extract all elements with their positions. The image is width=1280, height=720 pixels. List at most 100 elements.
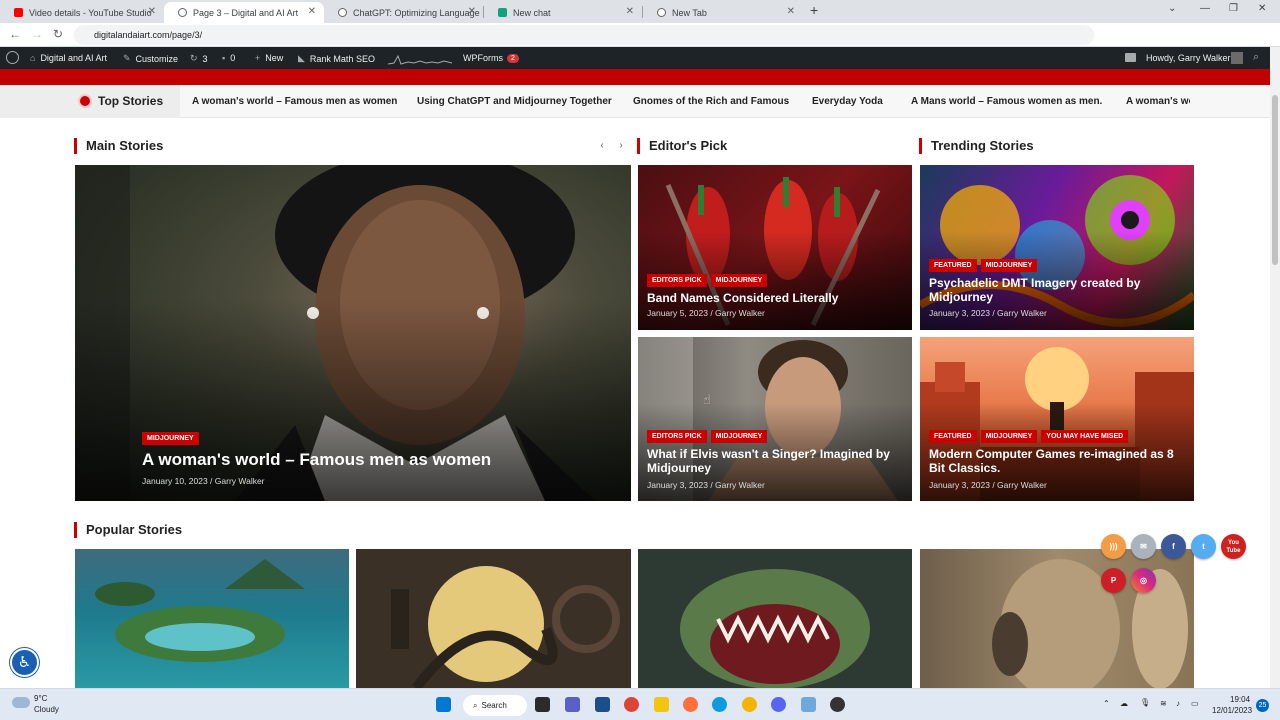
email-icon[interactable]: ✉: [1131, 534, 1156, 559]
twitter-icon[interactable]: t: [1191, 534, 1216, 559]
user-avatar[interactable]: [1231, 52, 1243, 64]
category-tag[interactable]: MIDJOURNEY: [710, 430, 768, 443]
photos-icon[interactable]: [801, 697, 816, 712]
ticker-item[interactable]: A woman's world – Famous men as women: [192, 96, 397, 107]
notification-icon[interactable]: [1125, 53, 1136, 62]
pinterest-icon[interactable]: P: [1101, 568, 1126, 593]
chrome-icon[interactable]: [624, 697, 639, 712]
reload-icon[interactable]: ↻: [53, 27, 63, 41]
rss-icon[interactable]: ))): [1101, 534, 1126, 559]
forward-icon[interactable]: →: [31, 27, 43, 41]
comments-link[interactable]: ▪ 0: [222, 53, 235, 63]
volume-icon[interactable]: ♪: [1176, 699, 1180, 708]
close-icon[interactable]: ✕: [787, 6, 795, 17]
popular-story-card[interactable]: [356, 549, 631, 688]
close-icon[interactable]: ✕: [148, 6, 156, 17]
wpforms-link[interactable]: WPForms 2: [463, 53, 519, 63]
youtube-icon[interactable]: You Tube: [1221, 534, 1246, 559]
main-story-card[interactable]: MIDJOURNEY A woman's world – Famous men …: [75, 165, 631, 501]
category-tag[interactable]: FEATURED: [929, 259, 977, 272]
battery-icon[interactable]: ▭: [1191, 699, 1199, 708]
wifi-icon[interactable]: ≋: [1160, 699, 1167, 708]
updates-link[interactable]: ↻ 3: [190, 53, 208, 64]
category-tag[interactable]: MIDJOURNEY: [980, 430, 1038, 443]
tab-search-icon[interactable]: ⌄: [1168, 3, 1176, 14]
cloudy-weather-icon[interactable]: [12, 697, 30, 708]
customize-link[interactable]: ✎ Customize: [123, 53, 178, 64]
window-close-icon[interactable]: ✕: [1258, 3, 1266, 14]
ticker-item[interactable]: Everyday Yoda: [812, 96, 883, 107]
category-tag[interactable]: EDITORS PICK: [647, 430, 707, 443]
accessibility-icon[interactable]: ♿︎: [10, 648, 39, 677]
app-icon[interactable]: [595, 697, 610, 712]
wordpress-logo-icon[interactable]: [6, 51, 19, 64]
ticker-item[interactable]: Using ChatGPT and Midjourney Together: [417, 96, 612, 107]
popular-story-card[interactable]: [75, 549, 349, 688]
category-tag[interactable]: FEATURED: [929, 430, 977, 443]
microphone-icon[interactable]: 🎙︎: [1140, 698, 1150, 707]
tab-new-chat[interactable]: New chat ✕: [484, 2, 642, 23]
story-title[interactable]: What if Elvis wasn't a Singer? Imagined …: [647, 447, 905, 476]
clock-date[interactable]: 12/01/2023: [1212, 706, 1252, 715]
trending-card[interactable]: FEATURED MIDJOURNEY YOU MAY HAVE MISED M…: [920, 337, 1194, 501]
weather-temp[interactable]: 9°C: [34, 694, 47, 703]
clock-time[interactable]: 19:04: [1230, 695, 1250, 704]
windows-start-icon[interactable]: [436, 697, 451, 712]
tab-digital-ai-art[interactable]: Page 3 – Digital and AI Art ✕: [164, 2, 324, 23]
tab-title: New chat: [513, 7, 551, 18]
tab-chatgpt-optimizing[interactable]: ChatGPT: Optimizing Language ✕: [324, 2, 484, 23]
category-tag[interactable]: MIDJOURNEY: [142, 432, 199, 445]
story-title[interactable]: Band Names Considered Literally: [647, 291, 905, 305]
search-icon[interactable]: ⌕: [1253, 51, 1259, 64]
task-view-icon[interactable]: [535, 697, 550, 712]
teams-chat-icon[interactable]: [565, 697, 580, 712]
address-bar[interactable]: [74, 25, 1094, 45]
chevron-up-icon[interactable]: ⌃: [1103, 699, 1110, 708]
editors-pick-card[interactable]: EDITORS PICK MIDJOURNEY Band Names Consi…: [638, 165, 912, 330]
instagram-icon[interactable]: ◎: [1131, 568, 1156, 593]
facebook-icon[interactable]: f: [1161, 534, 1186, 559]
discord-icon[interactable]: [771, 697, 786, 712]
trending-card[interactable]: FEATURED MIDJOURNEY Psychadelic DMT Imag…: [920, 165, 1194, 330]
edge-icon[interactable]: [712, 697, 727, 712]
new-content-link[interactable]: + New: [255, 53, 283, 63]
close-icon[interactable]: ✕: [626, 6, 634, 17]
app-icon[interactable]: [830, 697, 845, 712]
file-explorer-icon[interactable]: [654, 697, 669, 712]
taskbar-search[interactable]: ⌕ Search: [463, 695, 527, 716]
popular-story-card[interactable]: [638, 549, 912, 688]
site-name-link[interactable]: ⌂ Digital and AI Art: [30, 53, 107, 63]
firefox-icon[interactable]: [683, 697, 698, 712]
editors-pick-card[interactable]: EDITORS PICK MIDJOURNEY What if Elvis wa…: [638, 337, 912, 501]
howdy-link[interactable]: Howdy, Garry Walker: [1146, 53, 1231, 63]
story-title[interactable]: Psychadelic DMT Imagery created by Midjo…: [929, 276, 1174, 305]
url-text[interactable]: digitalandaiart.com/page/3/: [94, 30, 202, 40]
updates-count: 3: [202, 53, 208, 64]
chrome-canary-icon[interactable]: [742, 697, 757, 712]
chevron-left-icon[interactable]: ‹: [594, 138, 610, 154]
story-title[interactable]: Modern Computer Games re-imagined as 8 B…: [929, 447, 1187, 476]
notification-badge[interactable]: 25: [1256, 699, 1269, 712]
close-icon[interactable]: ✕: [308, 6, 316, 17]
restore-icon[interactable]: ❐: [1229, 3, 1238, 14]
category-tag[interactable]: YOU MAY HAVE MISED: [1041, 430, 1129, 443]
story-title[interactable]: A woman's world – Famous men as women: [142, 450, 612, 470]
ticker-item[interactable]: Gnomes of the Rich and Famous: [633, 96, 789, 107]
minimize-icon[interactable]: —: [1200, 3, 1210, 14]
popular-story-card[interactable]: [920, 549, 1194, 688]
category-tag[interactable]: EDITORS PICK: [647, 274, 707, 287]
rank-math-link[interactable]: ◣ Rank Math SEO: [298, 53, 375, 64]
tab-youtube-studio[interactable]: Video details - YouTube Studio ✕: [0, 2, 164, 23]
close-icon[interactable]: ✕: [468, 6, 476, 17]
new-tab-button[interactable]: +: [810, 2, 818, 18]
ticker-item[interactable]: A Mans world – Famous women as men.: [911, 96, 1102, 107]
category-tag[interactable]: MIDJOURNEY: [980, 259, 1038, 272]
ticker-item[interactable]: A woman's world – Famous men as women: [1126, 96, 1190, 107]
cloud-icon[interactable]: ☁: [1120, 699, 1128, 708]
back-icon[interactable]: ←: [9, 27, 21, 41]
chevron-right-icon[interactable]: ›: [613, 138, 629, 154]
tab-new-tab[interactable]: New Tab ✕: [643, 2, 803, 23]
category-tag[interactable]: MIDJOURNEY: [710, 274, 768, 287]
weather-desc[interactable]: Cloudy: [34, 705, 59, 714]
scrollbar-thumb[interactable]: [1272, 95, 1278, 265]
